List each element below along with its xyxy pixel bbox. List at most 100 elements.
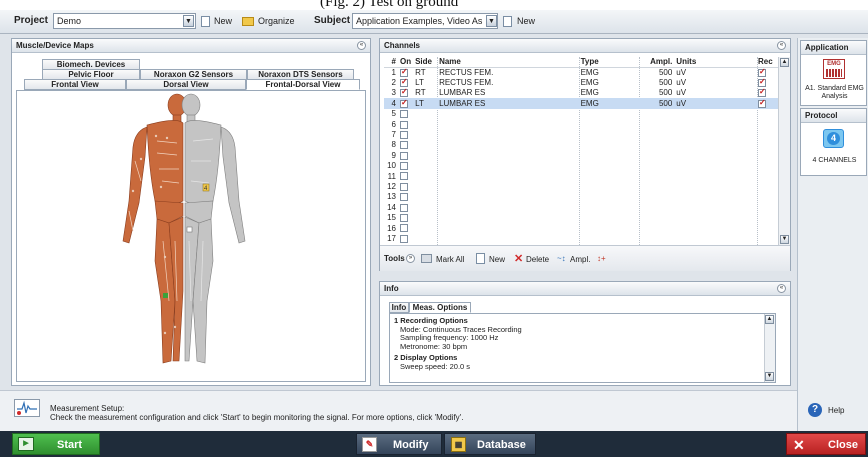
table-row[interactable]: 10: [384, 161, 778, 171]
database-button[interactable]: ▦ Database: [444, 433, 536, 455]
on-checkbox[interactable]: [399, 172, 408, 181]
channels-scrollbar[interactable]: ▲ ▼: [778, 57, 790, 245]
channel-on-checkbox[interactable]: [398, 202, 413, 212]
modify-button[interactable]: ✎ Modify: [356, 433, 442, 455]
mark-all-button[interactable]: Mark All: [436, 255, 464, 264]
channel-rec-checkbox[interactable]: [756, 181, 778, 191]
channel-rec-checkbox[interactable]: [756, 161, 778, 171]
help-button[interactable]: Help: [828, 406, 844, 415]
tab-frontal-dorsal-view[interactable]: Frontal-Dorsal View: [246, 79, 360, 90]
on-checkbox[interactable]: [399, 110, 408, 119]
channels-collapse-icon[interactable]: «: [777, 41, 786, 50]
channel-on-checkbox[interactable]: [398, 119, 413, 129]
channel-on-checkbox[interactable]: [398, 171, 413, 181]
on-checkbox[interactable]: [399, 130, 408, 139]
subject-new-button[interactable]: New: [517, 16, 535, 26]
organize-button[interactable]: Organize: [258, 16, 295, 26]
channel-on-checkbox[interactable]: [398, 223, 413, 233]
table-row[interactable]: 12: [384, 181, 778, 191]
col-header-ampl[interactable]: Ampl.: [638, 57, 675, 68]
channel-on-checkbox[interactable]: [398, 109, 413, 119]
table-row[interactable]: 15: [384, 212, 778, 222]
body-map-canvas[interactable]: 4: [16, 90, 366, 382]
info-scroll-up-icon[interactable]: ▲: [765, 315, 774, 324]
channel-rec-checkbox[interactable]: [756, 223, 778, 233]
channel-on-checkbox[interactable]: [397, 98, 414, 109]
col-header-units[interactable]: Units: [674, 57, 756, 68]
application-box[interactable]: Application EMG A1. Standard EMG Analysi…: [800, 40, 867, 106]
help-icon[interactable]: ?: [808, 403, 822, 417]
col-header-name[interactable]: Name: [437, 57, 579, 68]
on-checkbox[interactable]: [399, 77, 408, 87]
table-row[interactable]: 2 LT RECTUS FEM. EMG 500uV: [384, 77, 778, 87]
rec-checkbox[interactable]: [757, 87, 766, 98]
subject-dropdown-icon[interactable]: ▼: [486, 15, 497, 27]
rec-checkbox[interactable]: [757, 67, 766, 77]
channel-rec-checkbox[interactable]: [756, 129, 778, 139]
channel-rec-checkbox[interactable]: [756, 77, 778, 87]
col-header-side[interactable]: Side: [413, 57, 438, 68]
table-row[interactable]: 1 RT RECTUS FEM. EMG 500uV: [384, 67, 778, 77]
col-header-type[interactable]: Type: [578, 57, 639, 68]
channel-on-checkbox[interactable]: [398, 212, 413, 223]
channel-on-checkbox[interactable]: [398, 67, 413, 77]
channel-rec-checkbox[interactable]: [756, 109, 778, 119]
tab-frontal-view[interactable]: Frontal View: [24, 79, 126, 90]
col-header-rec[interactable]: Rec: [755, 57, 778, 68]
table-row[interactable]: 13: [384, 192, 778, 202]
on-checkbox[interactable]: [399, 193, 408, 202]
on-checkbox[interactable]: [399, 214, 408, 223]
info-scroll-down-icon[interactable]: ▼: [765, 372, 774, 381]
on-checkbox[interactable]: [399, 98, 408, 108]
protocol-box[interactable]: Protocol 4 4 CHANNELS: [800, 108, 867, 176]
table-row[interactable]: 6: [384, 119, 778, 129]
scroll-up-icon[interactable]: ▲: [780, 58, 789, 67]
channel-on-checkbox[interactable]: [398, 129, 413, 139]
channel-on-checkbox[interactable]: [398, 87, 413, 98]
on-checkbox[interactable]: [399, 141, 408, 150]
channel-on-checkbox[interactable]: [398, 192, 413, 202]
table-row[interactable]: 4 LTLUMBAR ESEMG500uV: [384, 98, 778, 109]
info-scrollbar[interactable]: ▲ ▼: [764, 314, 775, 382]
channel-on-checkbox[interactable]: [398, 140, 413, 150]
tab-info[interactable]: Info: [389, 302, 409, 313]
table-row[interactable]: 17: [384, 233, 778, 243]
tools-expand-icon[interactable]: »: [406, 254, 415, 263]
table-row[interactable]: 9: [384, 150, 778, 160]
on-checkbox[interactable]: [399, 120, 408, 129]
channel-on-checkbox[interactable]: [398, 161, 413, 171]
channel-rec-checkbox[interactable]: [756, 192, 778, 202]
channel-rec-checkbox[interactable]: [756, 233, 778, 243]
table-row[interactable]: 3 RT LUMBAR ES EMG 500uV: [384, 87, 778, 98]
on-checkbox[interactable]: [399, 203, 408, 212]
ampl-button[interactable]: Ampl.: [570, 255, 590, 264]
scroll-down-icon[interactable]: ▼: [780, 235, 789, 244]
close-button[interactable]: ✕ Close: [786, 433, 866, 455]
delete-button[interactable]: Delete: [526, 255, 549, 264]
table-row[interactable]: 7: [384, 129, 778, 139]
channel-on-checkbox[interactable]: [398, 150, 413, 160]
table-row[interactable]: 14: [384, 202, 778, 212]
on-checkbox[interactable]: [399, 234, 408, 243]
on-checkbox[interactable]: [399, 151, 408, 160]
rec-checkbox[interactable]: [757, 98, 766, 108]
col-header-number[interactable]: #: [384, 57, 398, 68]
project-select[interactable]: Demo: [53, 13, 196, 29]
muscle-maps-collapse-icon[interactable]: «: [357, 41, 366, 50]
subject-select[interactable]: Application Examples, Video As: [352, 13, 498, 29]
channel-rec-checkbox[interactable]: [756, 202, 778, 212]
channel-on-checkbox[interactable]: [398, 233, 413, 243]
table-row[interactable]: 8: [384, 140, 778, 150]
table-row[interactable]: 11: [384, 171, 778, 181]
channel-rec-checkbox[interactable]: [756, 171, 778, 181]
on-checkbox[interactable]: [399, 87, 408, 98]
rec-checkbox[interactable]: [757, 77, 766, 87]
channel-rec-checkbox[interactable]: [756, 67, 778, 77]
ampl-adjust-icon[interactable]: ↕+: [597, 254, 606, 263]
on-checkbox[interactable]: [399, 162, 408, 171]
tab-meas-options[interactable]: Meas. Options: [409, 302, 471, 313]
channel-rec-checkbox[interactable]: [755, 98, 778, 109]
on-checkbox[interactable]: [399, 224, 408, 233]
project-dropdown-icon[interactable]: ▼: [183, 15, 194, 27]
col-header-on[interactable]: On: [397, 57, 414, 68]
